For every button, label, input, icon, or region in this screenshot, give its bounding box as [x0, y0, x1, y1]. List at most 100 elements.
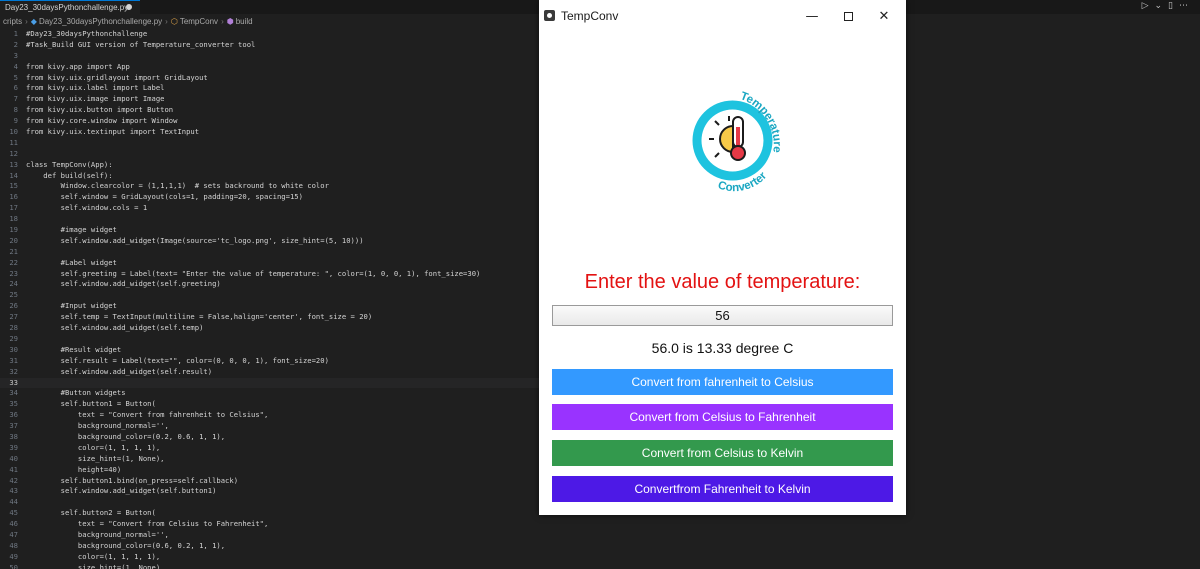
code-line[interactable]: 49 color=(1, 1, 1, 1), [0, 552, 540, 563]
code-line[interactable]: 34 #Button widgets [0, 388, 540, 399]
code-line[interactable]: 30 #Result widget [0, 345, 540, 356]
code-line[interactable]: 20 self.window.add_widget(Image(source='… [0, 236, 540, 247]
code-text: self.greeting = Label(text= "Enter the v… [26, 268, 481, 278]
code-line[interactable]: 48 background_color=(0.6, 0.2, 1, 1), [0, 541, 540, 552]
code-line[interactable]: 36 text = "Convert from fahrenheit to Ce… [0, 410, 540, 421]
fahrenheit-to-celsius-button[interactable]: Convert from fahrenheit to Celsius [552, 369, 893, 395]
line-number: 24 [9, 279, 18, 289]
code-text: from kivy.app import App [26, 61, 130, 71]
code-area[interactable]: 1 #Day23_30daysPythonchallenge 2 #Task_Buil… [0, 29, 540, 569]
line-number: 14 [9, 170, 18, 180]
breadcrumb-file[interactable]: Day23_30daysPythonchallenge.py [39, 17, 162, 26]
code-line[interactable]: 40 size_hint=(1, None), [0, 454, 540, 465]
chevron-right-icon: › [25, 17, 28, 26]
code-line[interactable]: 38 background_color=(0.2, 0.6, 1, 1), [0, 432, 540, 443]
code-line[interactable]: 23 self.greeting = Label(text= "Enter th… [0, 269, 540, 280]
line-number: 27 [9, 312, 18, 322]
line-number: 35 [9, 399, 18, 409]
code-line[interactable]: 3 [0, 51, 540, 62]
code-line[interactable]: 6 from kivy.uix.label import Label [0, 83, 540, 94]
run-icon[interactable]: ▷ [1142, 1, 1155, 11]
python-file-icon: ◆ [30, 17, 37, 26]
code-text: self.window.cols = 1 [26, 203, 148, 213]
code-line[interactable]: 10 from kivy.uix.textinput import TextInp… [0, 127, 540, 138]
code-line[interactable]: 5 from kivy.uix.gridlayout import GridLay… [0, 73, 540, 84]
temperature-input[interactable] [552, 305, 893, 326]
fahrenheit-to-kelvin-button[interactable]: Convertfrom Fahrenheit to Kelvin [552, 476, 893, 502]
code-line[interactable]: 41 height=40) [0, 465, 540, 476]
code-line[interactable]: 32 self.window.add_widget(self.result) [0, 367, 540, 378]
code-line[interactable]: 4 from kivy.app import App [0, 62, 540, 73]
code-line[interactable]: 22 #Label widget [0, 258, 540, 269]
code-text: height=40) [26, 464, 122, 474]
code-line[interactable]: 39 color=(1, 1, 1, 1), [0, 443, 540, 454]
code-text: background_color=(0.6, 0.2, 1, 1), [26, 540, 226, 550]
code-line[interactable]: 7 from kivy.uix.image import Image [0, 94, 540, 105]
line-number: 34 [9, 388, 18, 398]
window-titlebar[interactable]: TempConv — ✕ [539, 0, 906, 33]
code-text: self.button2 = Button( [26, 508, 156, 518]
breadcrumb-folder[interactable]: cripts [3, 17, 22, 26]
unsaved-dot-icon[interactable] [126, 4, 132, 10]
code-line[interactable]: 8 from kivy.uix.button import Button [0, 105, 540, 116]
code-line[interactable]: 1 #Day23_30daysPythonchallenge [0, 29, 540, 40]
code-line[interactable]: 43 self.window.add_widget(self.button1) [0, 486, 540, 497]
code-line[interactable]: 37 background_normal='', [0, 421, 540, 432]
code-line[interactable]: 17 self.window.cols = 1 [0, 203, 540, 214]
dropdown-icon[interactable]: ⌄ [1155, 1, 1169, 11]
code-line[interactable]: 19 #image widget [0, 225, 540, 236]
code-line[interactable]: 35 self.button1 = Button( [0, 399, 540, 410]
code-text: #image widget [26, 225, 117, 235]
code-line[interactable]: 42 self.button1.bind(on_press=self.callb… [0, 476, 540, 487]
line-number: 3 [13, 50, 18, 60]
code-line[interactable]: 31 self.result = Label(text="", color=(0… [0, 356, 540, 367]
run-toolbar[interactable]: ▷⌄▯⋯ [1142, 1, 1194, 11]
code-line[interactable]: 50 size_hint=(1, None), [0, 563, 540, 569]
code-text: from kivy.uix.button import Button [26, 105, 174, 115]
code-line[interactable]: 24 self.window.add_widget(self.greeting) [0, 279, 540, 290]
breadcrumb-class[interactable]: TempConv [180, 17, 218, 26]
code-line[interactable]: 13 class TempConv(App): [0, 160, 540, 171]
code-line[interactable]: 46 text = "Convert from Celsius to Fahre… [0, 519, 540, 530]
code-line[interactable]: 15 Window.clearcolor = (1,1,1,1) # sets … [0, 181, 540, 192]
code-text: self.button1.bind(on_press=self.callback… [26, 475, 239, 485]
more-icon[interactable]: ⋯ [1179, 1, 1194, 11]
code-line[interactable]: 16 self.window = GridLayout(cols=1, padd… [0, 192, 540, 203]
line-number: 47 [9, 529, 18, 539]
code-line[interactable]: 2 #Task_Build GUI version of Temperature_… [0, 40, 540, 51]
thermometer-icon [730, 116, 746, 161]
line-number: 44 [9, 497, 18, 507]
maximize-button[interactable] [830, 0, 866, 33]
method-icon: ⬢ [226, 17, 234, 26]
code-line[interactable]: 33 [0, 377, 540, 389]
code-line[interactable]: 28 self.window.add_widget(self.temp) [0, 323, 540, 334]
split-editor-icon[interactable]: ▯ [1168, 1, 1179, 11]
code-line[interactable]: 47 background_normal='', [0, 530, 540, 541]
code-text: from kivy.uix.label import Label [26, 83, 165, 93]
celsius-to-kelvin-button[interactable]: Convert from Celsius to Kelvin [552, 440, 893, 466]
close-button[interactable]: ✕ [866, 0, 902, 33]
code-line[interactable]: 18 [0, 214, 540, 225]
code-line[interactable]: 26 #Input widget [0, 301, 540, 312]
code-line[interactable]: 9 from kivy.core.window import Window [0, 116, 540, 127]
code-line[interactable]: 21 [0, 247, 540, 258]
code-line[interactable]: 12 [0, 149, 540, 160]
celsius-to-fahrenheit-button[interactable]: Convert from Celsius to Fahrenheit [552, 404, 893, 430]
code-line[interactable]: 45 self.button2 = Button( [0, 508, 540, 519]
minimize-button[interactable]: — [794, 0, 830, 33]
line-number: 9 [13, 116, 18, 126]
breadcrumb-method[interactable]: build [236, 17, 253, 26]
code-line[interactable]: 29 [0, 334, 540, 345]
code-text: self.window.add_widget(self.result) [26, 366, 213, 376]
code-text: size_hint=(1, None), [26, 453, 165, 463]
code-line[interactable]: 14 def build(self): [0, 171, 540, 182]
code-line[interactable]: 44 [0, 497, 540, 508]
editor-tab[interactable]: Day23_30daysPythonchallenge.py [0, 0, 140, 14]
kivy-app-icon [544, 10, 555, 21]
code-line[interactable]: 11 [0, 138, 540, 149]
code-line[interactable]: 27 self.temp = TextInput(multiline = Fal… [0, 312, 540, 323]
line-number: 15 [9, 181, 18, 191]
code-line[interactable]: 25 [0, 290, 540, 301]
code-text: #Day23_30daysPythonchallenge [26, 29, 148, 38]
code-text: self.window.add_widget(self.greeting) [26, 279, 221, 289]
